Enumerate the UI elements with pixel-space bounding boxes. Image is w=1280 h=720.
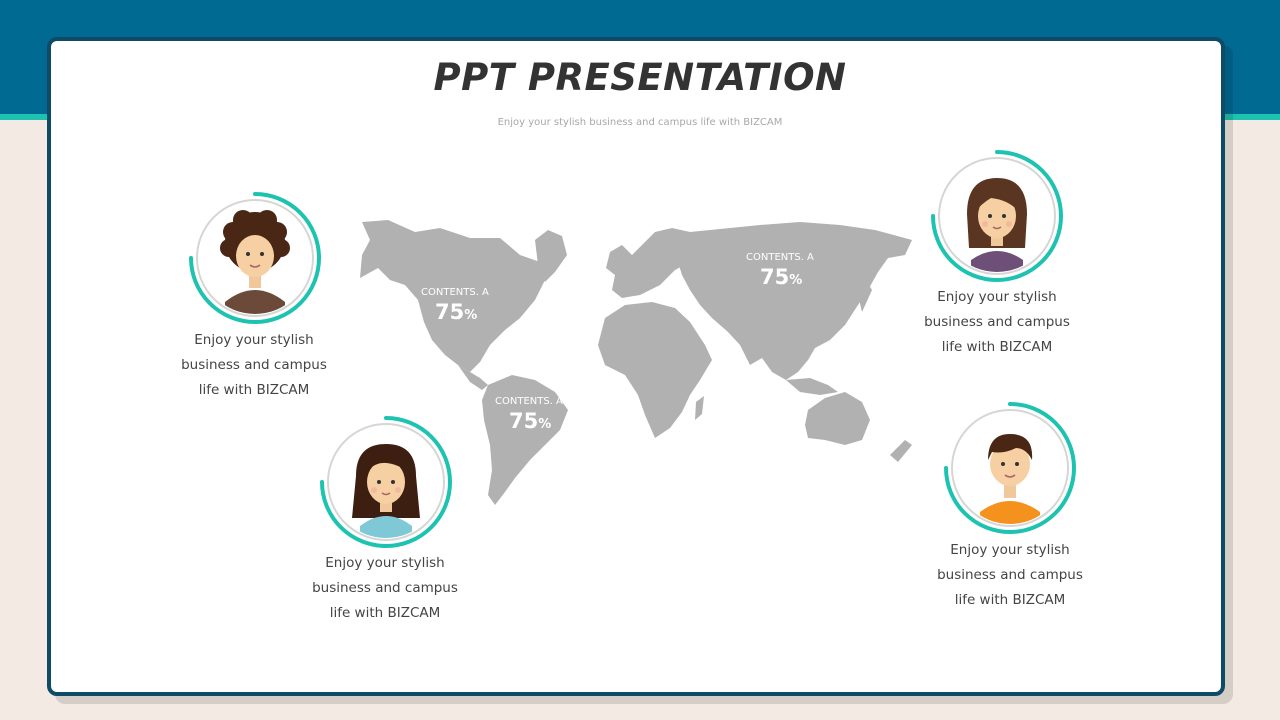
profile-description: Enjoy your stylish business and campus lif… <box>181 332 327 398</box>
girl-long-hair-avatar-icon <box>320 416 452 548</box>
asia-shape <box>678 222 912 380</box>
map-label-tag: CONTENTS. A <box>495 396 563 407</box>
map-label-south-america: CONTENTS. A 75% <box>495 396 563 433</box>
map-label-asia: CONTENTS. A 75% <box>746 252 814 289</box>
map-label-value: 75% <box>509 409 552 433</box>
man-curly-hair-avatar-icon <box>189 192 321 324</box>
profile-description: Enjoy your stylish business and campus lif… <box>937 542 1083 608</box>
indonesia-shape <box>786 378 838 395</box>
map-label-tag: CONTENTS. A <box>421 287 489 298</box>
map-label-north-america: CONTENTS. A 75% <box>421 287 489 324</box>
map-label-value: 75% <box>760 265 803 289</box>
africa-shape <box>598 302 712 438</box>
madagascar-shape <box>695 396 704 420</box>
map-label-tag: CONTENTS. A <box>746 252 814 263</box>
south-america-shape <box>482 375 568 505</box>
woman-avatar-icon <box>931 150 1063 282</box>
profile-description: Enjoy your stylish business and campus lif… <box>924 289 1070 355</box>
australia-shape <box>805 392 870 445</box>
new-zealand-shape <box>890 440 912 462</box>
map-label-value: 75% <box>435 300 478 324</box>
boy-avatar-icon <box>944 402 1076 534</box>
profile-description: Enjoy your stylish business and campus lif… <box>312 555 458 621</box>
